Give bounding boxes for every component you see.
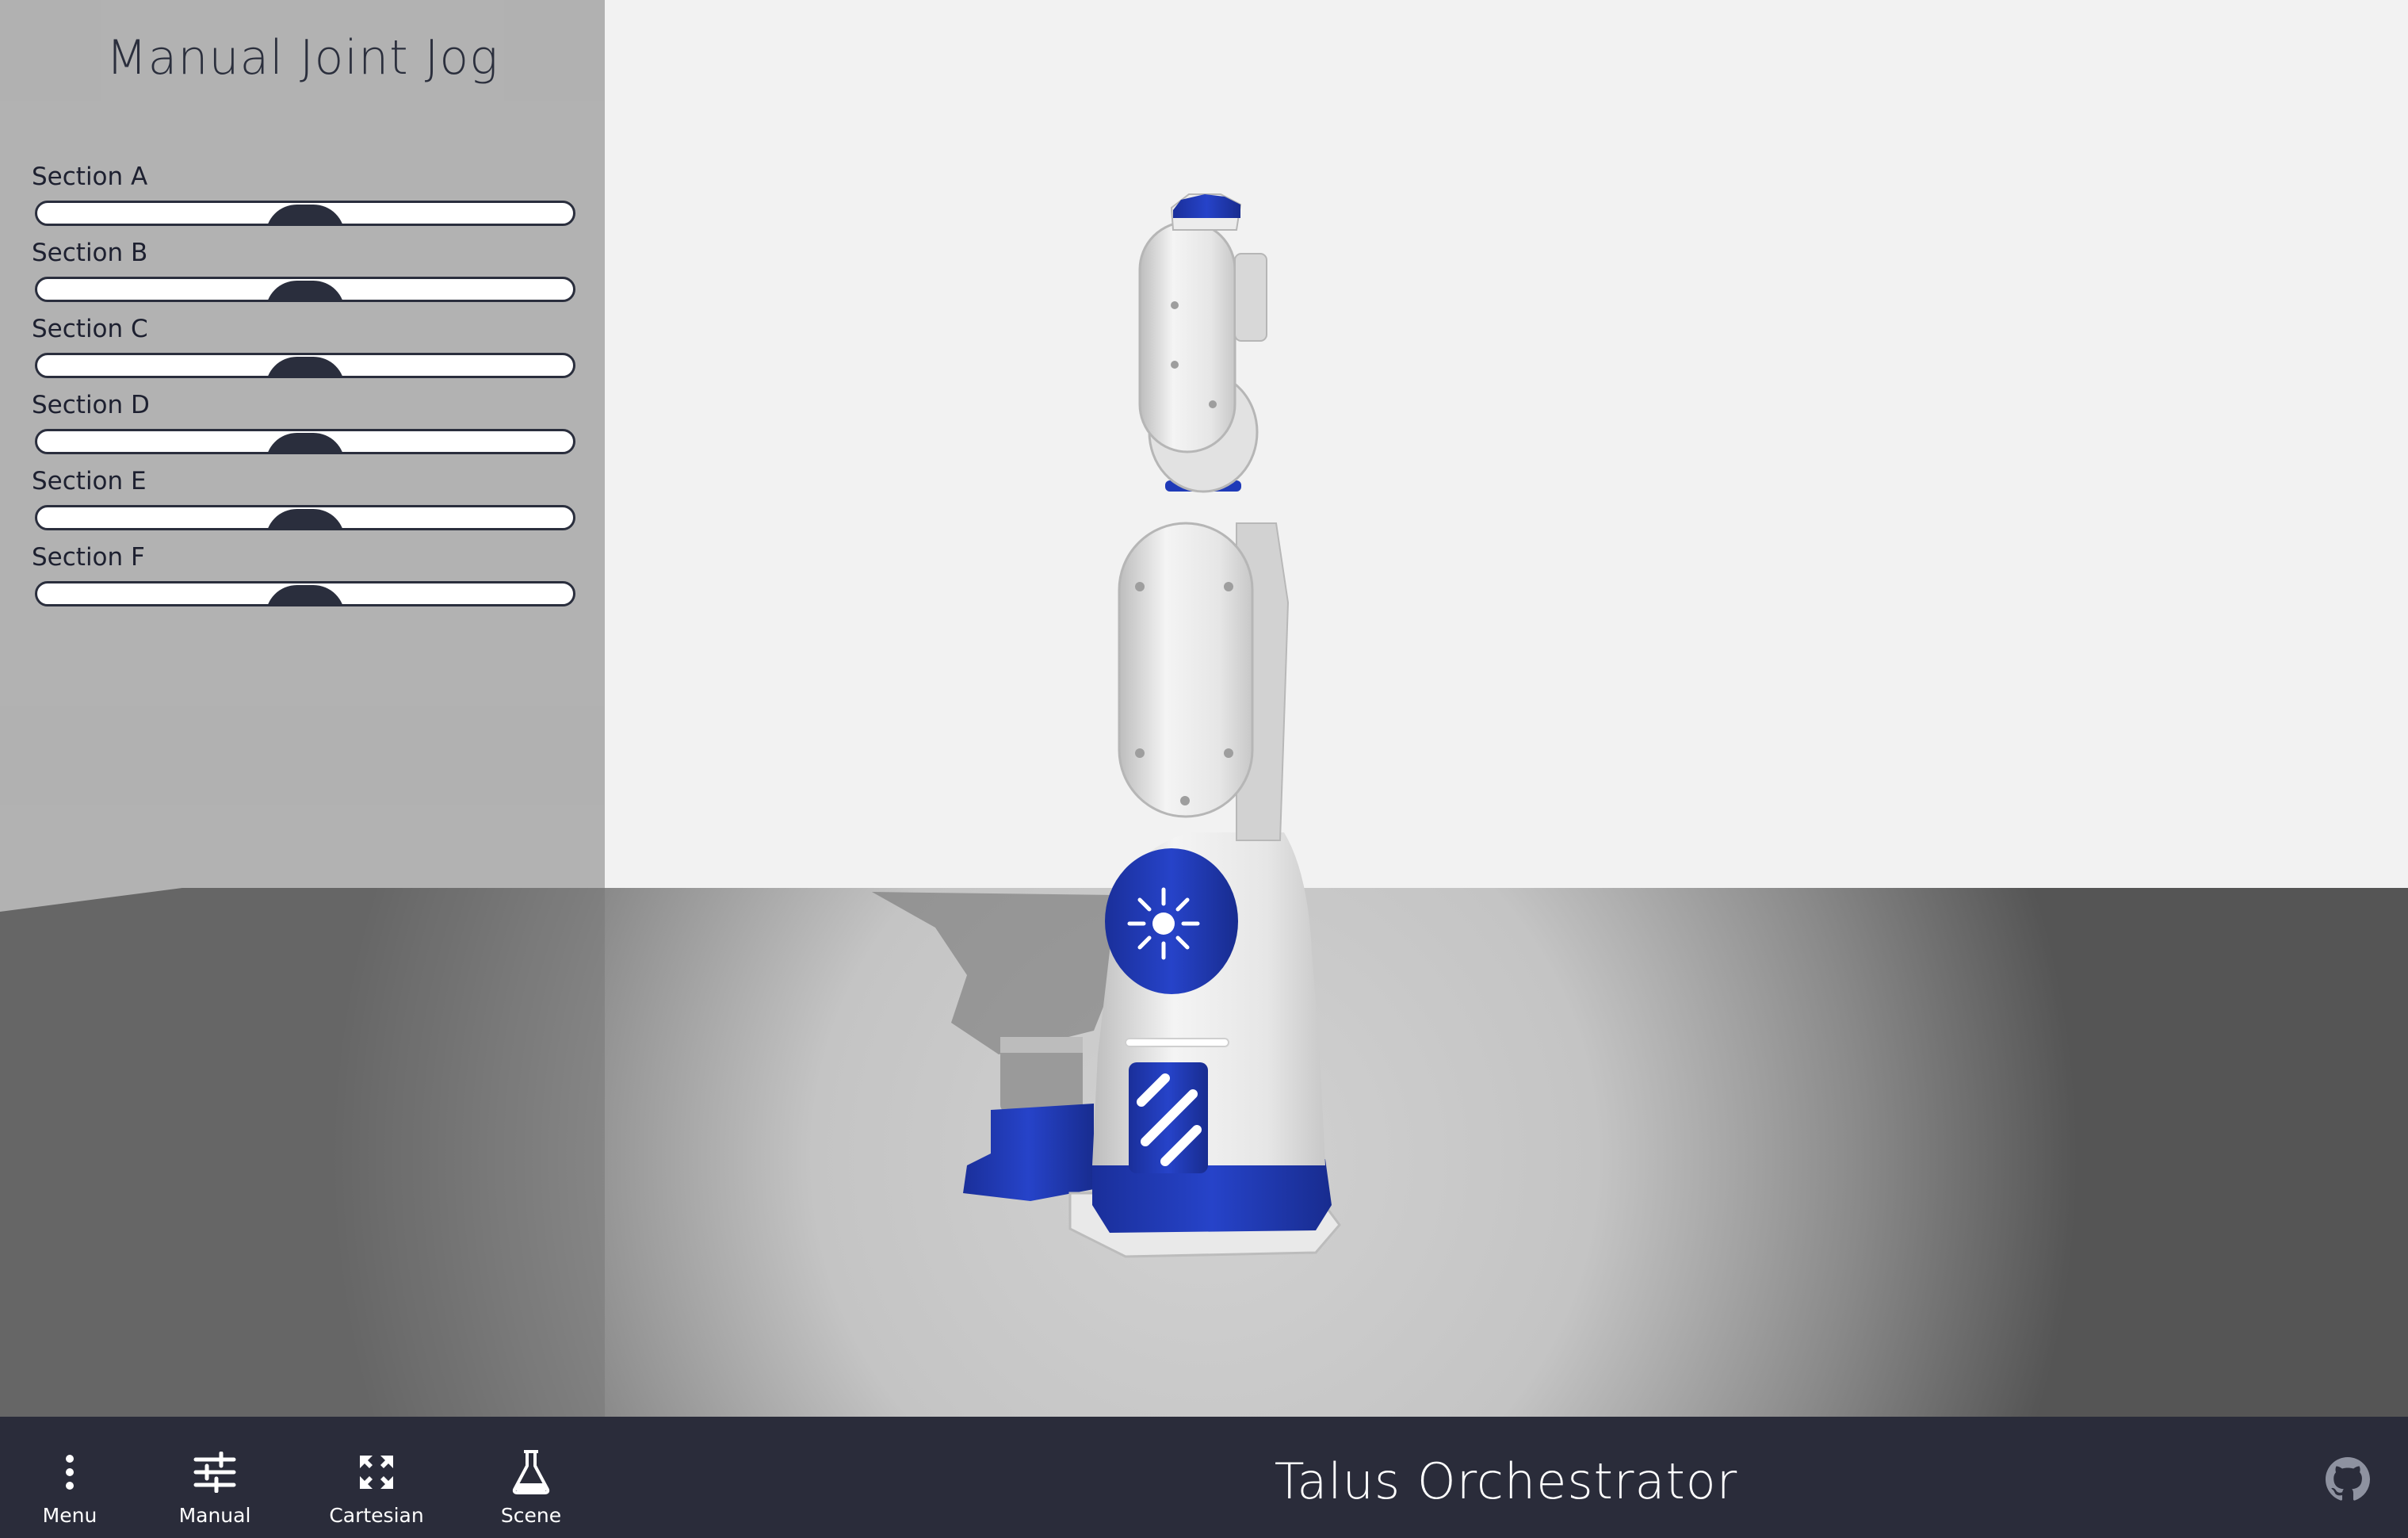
lower-arm	[1118, 522, 1254, 818]
joint-label: Section D	[32, 391, 150, 419]
joint-label: Section B	[32, 239, 148, 267]
joint-slider-a[interactable]	[35, 201, 575, 226]
joint-slider-b[interactable]	[35, 277, 575, 302]
joint-section-d: Section D	[32, 391, 579, 467]
slider-thumb[interactable]	[266, 433, 345, 452]
github-icon[interactable]	[2326, 1457, 2370, 1502]
upper-arm	[1138, 220, 1236, 453]
app-root: Manual Joint Jog Section A Section B Sec…	[0, 0, 2408, 1538]
menu-button[interactable]: Menu	[30, 1417, 109, 1538]
manual-button[interactable]: Manual	[171, 1417, 258, 1538]
manual-label: Manual	[178, 1504, 251, 1527]
slider-thumb[interactable]	[266, 585, 345, 604]
joint-section-c: Section C	[32, 315, 579, 391]
more-vertical-icon	[46, 1448, 94, 1496]
sliders-icon	[191, 1448, 239, 1496]
menu-label: Menu	[42, 1504, 97, 1527]
joint-section-e: Section E	[32, 467, 579, 543]
joint-label: Section A	[32, 163, 148, 191]
joint-section-a: Section A	[32, 163, 579, 239]
flask-icon	[507, 1448, 555, 1496]
joint-label: Section E	[32, 467, 147, 495]
base-ring	[1092, 1159, 1332, 1233]
slider-thumb[interactable]	[266, 205, 345, 224]
joint-section-b: Section B	[32, 239, 579, 315]
slider-thumb[interactable]	[266, 281, 345, 300]
joint-slider-c[interactable]	[35, 353, 575, 378]
joint-section-f: Section F	[32, 543, 579, 619]
joint-slider-f[interactable]	[35, 581, 575, 606]
scene-label: Scene	[500, 1504, 562, 1527]
cartesian-label: Cartesian	[329, 1504, 424, 1527]
manual-joint-jog-panel: Manual Joint Jog Section A Section B Sec…	[0, 0, 605, 1417]
app-title: Talus Orchestrator	[1274, 1452, 1738, 1510]
slider-thumb[interactable]	[266, 509, 345, 528]
cartesian-button[interactable]: Cartesian	[325, 1417, 428, 1538]
joint-slider-e[interactable]	[35, 505, 575, 530]
joint-slider-d[interactable]	[35, 429, 575, 454]
slider-thumb[interactable]	[266, 357, 345, 376]
expand-arrows-icon	[353, 1448, 400, 1496]
joint-label: Section C	[32, 315, 148, 343]
joint-label: Section F	[32, 543, 145, 572]
scene-button[interactable]: Scene	[491, 1417, 571, 1538]
panel-title: Manual Joint Jog	[105, 30, 499, 86]
